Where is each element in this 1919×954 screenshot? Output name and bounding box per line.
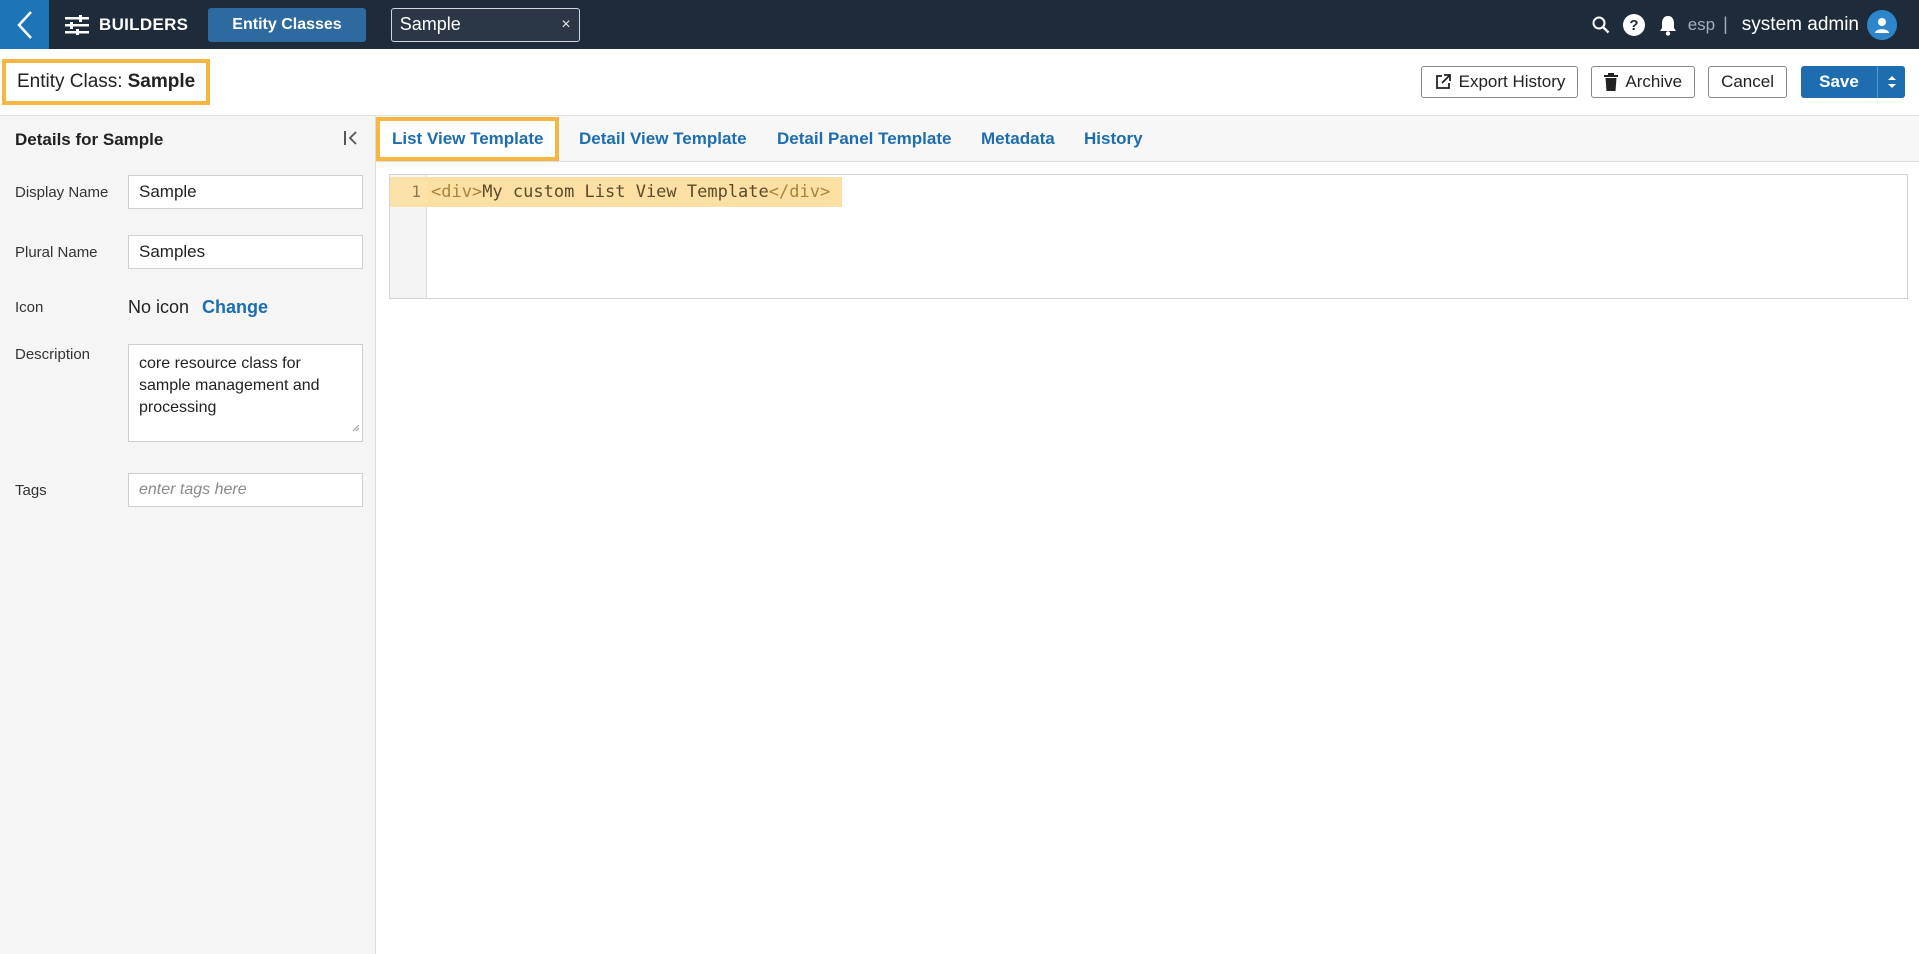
description-textarea[interactable]: core resource class for sample managemen… — [128, 344, 363, 442]
tab-detail-panel-template[interactable]: Detail Panel Template — [777, 116, 951, 162]
open-tab-sample[interactable]: Sample × — [390, 7, 580, 42]
entity-classes-button[interactable]: Entity Classes — [208, 7, 366, 42]
page-title-name: Sample — [127, 71, 196, 92]
svg-text:?: ? — [1629, 17, 1638, 34]
builders-menu[interactable]: BUILDERS — [65, 14, 189, 35]
collapse-sidebar-icon[interactable] — [343, 130, 359, 151]
builders-label: BUILDERS — [99, 14, 189, 34]
cancel-button[interactable]: Cancel — [1708, 66, 1787, 98]
code-line[interactable]: <div>My custom List View Template</div> — [427, 177, 843, 207]
description-label: Description — [15, 346, 91, 363]
code-content: My custom List View Template — [482, 182, 769, 202]
tags-input[interactable]: enter tags here — [128, 473, 363, 507]
tags-label: Tags — [15, 482, 47, 499]
nav-separator: | — [1723, 14, 1728, 34]
save-group: Save — [1801, 66, 1905, 98]
tab-history[interactable]: History — [1084, 116, 1143, 162]
chevron-left-icon — [16, 10, 32, 39]
open-tab-label: Sample — [399, 14, 461, 34]
code-open-tag: <div> — [431, 182, 483, 202]
resize-handle-icon[interactable] — [350, 417, 360, 439]
search-icon[interactable] — [1592, 16, 1610, 34]
bell-icon[interactable] — [1658, 14, 1678, 36]
template-tabs: List View Template Detail View Template … — [376, 116, 1919, 162]
icon-value: No icon — [128, 297, 190, 317]
header-actions: Export History Archive Cancel Save — [1408, 66, 1905, 98]
code-close-tag: </div> — [768, 182, 831, 202]
save-options-button[interactable] — [1877, 66, 1905, 98]
save-button[interactable]: Save — [1801, 66, 1877, 98]
sliders-icon — [65, 14, 89, 35]
change-icon-link[interactable]: Change — [202, 297, 268, 318]
close-icon[interactable]: × — [561, 16, 570, 34]
export-history-button[interactable]: Export History — [1420, 66, 1579, 98]
tab-metadata[interactable]: Metadata — [981, 116, 1055, 162]
archive-label: Archive — [1625, 72, 1683, 91]
details-sidebar: Details for Sample Display Name Sample P… — [0, 116, 376, 954]
code-editor[interactable]: 1 <div>My custom List View Template</div… — [389, 174, 1908, 299]
description-text: core resource class for sample managemen… — [139, 355, 320, 416]
page-title: Entity Class: Sample — [2, 59, 211, 105]
sidebar-title: Details for Sample — [15, 130, 164, 149]
back-button[interactable] — [0, 0, 49, 49]
plural-name-label: Plural Name — [15, 244, 98, 261]
plural-name-input[interactable]: Samples — [128, 235, 363, 269]
page-title-prefix: Entity Class: — [17, 71, 123, 92]
help-icon[interactable]: ? — [1622, 13, 1646, 37]
top-nav: BUILDERS Entity Classes Sample × ? esp |… — [0, 0, 1919, 49]
tab-list-view-template[interactable]: List View Template — [376, 117, 560, 161]
archive-button[interactable]: Archive — [1591, 66, 1696, 98]
sort-caret-icon — [1887, 76, 1896, 88]
user-icon — [1875, 17, 1889, 33]
line-number: 1 — [390, 177, 427, 207]
trash-icon — [1604, 73, 1619, 91]
display-name-input[interactable]: Sample — [128, 175, 363, 209]
page-header: Entity Class: Sample Export History Arch… — [0, 49, 1919, 116]
org-label[interactable]: esp — [1688, 15, 1715, 35]
export-history-label: Export History — [1458, 72, 1566, 91]
avatar[interactable] — [1867, 9, 1897, 40]
nav-right: ? esp | system admin — [1580, 0, 1897, 49]
display-name-label: Display Name — [15, 184, 109, 201]
external-link-icon — [1435, 74, 1451, 89]
user-name[interactable]: system admin — [1742, 14, 1859, 36]
tab-detail-view-template[interactable]: Detail View Template — [579, 116, 747, 162]
icon-label: Icon — [15, 299, 44, 316]
